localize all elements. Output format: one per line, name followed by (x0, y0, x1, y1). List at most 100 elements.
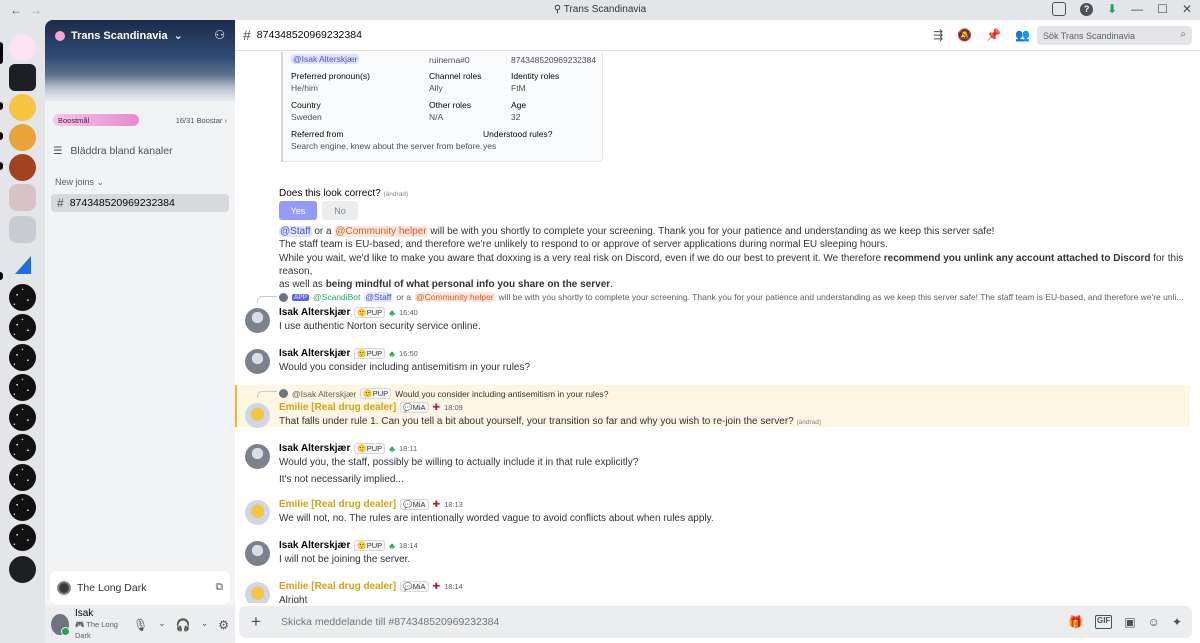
avatar[interactable] (51, 614, 70, 636)
server-folder-icon[interactable] (9, 216, 36, 243)
back-arrow-icon[interactable]: ← (10, 3, 22, 17)
field-label: Other roles (429, 100, 472, 110)
server-tag[interactable]: 🙂PUP (354, 540, 386, 551)
server-icon-space[interactable] (9, 524, 36, 551)
server-icon-space[interactable] (9, 374, 36, 401)
boost-goal[interactable]: Boostmål 16/31 Boostar › (53, 113, 227, 127)
server-icon-duck[interactable] (9, 94, 36, 121)
server-icon-creature[interactable] (9, 124, 36, 151)
message-text: I use authentic Norton security service … (279, 321, 481, 332)
avatar[interactable] (245, 541, 270, 566)
user-mention[interactable]: @Isak Alterskjær (291, 54, 360, 64)
channel-sidebar: Trans Scandinavia ⌄ ⚇ Boostmål 16/31 Boo… (45, 20, 235, 643)
server-icon-dark[interactable] (9, 556, 36, 583)
server-tag[interactable]: 💬MiA (400, 499, 429, 510)
apps-icon[interactable]: ✦ (1172, 615, 1182, 629)
avatar[interactable] (245, 349, 270, 374)
microphone-icon[interactable]: 🎙 (133, 618, 148, 632)
members-icon[interactable]: 👥 (1015, 28, 1030, 42)
server-icon-fire[interactable] (9, 154, 36, 181)
chevron-down-icon[interactable]: ⌄ (158, 618, 166, 632)
reply-preview[interactable]: APP @ScandiBot @Staff or a @Community he… (279, 292, 1183, 302)
download-icon[interactable]: ⬇ (1107, 2, 1117, 16)
server-tag[interactable]: 🙂PUP (354, 443, 386, 454)
avatar (279, 292, 288, 302)
field-label: Referred from (291, 129, 344, 139)
category-new-joins[interactable]: New joins ⌄ (45, 177, 235, 188)
author-name[interactable]: Isak Alterskjær (279, 540, 350, 551)
reply-connector (257, 296, 277, 303)
server-icon-space[interactable] (9, 314, 36, 341)
server-folder-icon[interactable] (9, 184, 36, 211)
avatar[interactable] (245, 403, 270, 428)
unread-pill (0, 132, 3, 140)
server-icon-space[interactable] (9, 494, 36, 521)
server-tag[interactable]: 🙂PUP (354, 307, 386, 318)
server-name-button[interactable]: Trans Scandinavia ⌄ (55, 29, 183, 42)
avatar[interactable] (245, 308, 270, 333)
threads-icon[interactable]: ⇶ (933, 28, 943, 42)
person-add-icon[interactable]: ⚇ (214, 28, 225, 42)
notifications-muted-icon[interactable]: 🔕 (957, 28, 972, 42)
message-text: That falls under rule 1. Can you tell a … (279, 416, 822, 427)
author-name[interactable]: Isak Alterskjær (279, 307, 350, 318)
pin-icon[interactable]: 📌 (986, 28, 1001, 42)
timestamp: 18:09 (444, 403, 463, 412)
field-value: yes (483, 141, 497, 151)
server-icon-space[interactable] (9, 434, 36, 461)
chevron-down-icon: ⌄ (173, 30, 183, 42)
server-icon-sail[interactable] (9, 252, 36, 279)
author-name[interactable]: Isak Alterskjær (279, 348, 350, 359)
gif-icon[interactable]: GIF (1094, 615, 1113, 629)
message: Isak Alterskjær 🙂PUP ♣ 18:11 Would you, … (235, 442, 1200, 487)
server-tag[interactable]: 🙂PUP (354, 348, 386, 359)
server-tag[interactable]: 💬MiA (400, 402, 429, 413)
reply-preview[interactable]: @Isak Alterskjær 🙂PUP Would you consider… (279, 388, 609, 399)
server-tag[interactable]: 💬MiA (400, 581, 429, 592)
screening-form-embed: @Isak Alterskjær ruinerna#0 874348520969… (281, 52, 603, 162)
inbox-icon[interactable] (1052, 2, 1067, 16)
gift-icon[interactable]: 🎁 (1068, 615, 1083, 629)
yes-button[interactable]: Yes (279, 201, 317, 220)
chevron-down-icon[interactable]: ⌄ (201, 618, 209, 632)
sticker-icon[interactable]: ▣ (1124, 615, 1135, 629)
role-icon: ♣ (389, 443, 396, 454)
avatar[interactable] (245, 444, 270, 469)
server-icon-dark[interactable] (9, 64, 36, 91)
field-value: N/A (429, 112, 444, 122)
field-value: He/him (291, 83, 318, 93)
server-icon-trans[interactable] (9, 34, 36, 61)
headphones-icon[interactable]: 🎧 (176, 618, 191, 632)
message-input[interactable] (281, 616, 1069, 628)
author-name[interactable]: Emilie [Real drug dealer] (279, 499, 396, 510)
server-icon-space[interactable] (9, 404, 36, 431)
maximize-button[interactable]: ☐ (1157, 2, 1168, 16)
minimize-button[interactable]: — (1131, 2, 1143, 16)
avatar[interactable] (245, 582, 270, 603)
timestamp: 18:11 (399, 444, 418, 453)
message: Isak Alterskjær 🙂PUP ♣ 16:50 Would you c… (235, 347, 1200, 379)
forward-arrow-icon[interactable]: → (30, 3, 42, 17)
message-text: Alright (279, 595, 308, 603)
server-icon-space[interactable] (9, 284, 36, 311)
channel-item-active[interactable]: # 874348520969232384 (51, 194, 229, 212)
plus-icon[interactable]: + (251, 612, 271, 632)
activity-bar[interactable]: The Long Dark ⧉ (50, 571, 230, 604)
screen-share-icon[interactable]: ⧉ (216, 581, 224, 594)
server-icon-space[interactable] (9, 464, 36, 491)
avatar[interactable] (245, 500, 270, 525)
author-name[interactable]: Isak Alterskjær (279, 443, 350, 454)
emoji-icon[interactable]: ☺ (1148, 615, 1160, 629)
author-name[interactable]: Emilie [Real drug dealer] (279, 581, 396, 592)
no-button[interactable]: No (322, 201, 358, 220)
helper-mention[interactable]: @Community helper (334, 226, 428, 237)
close-button[interactable]: ✕ (1182, 2, 1192, 16)
search-input[interactable]: Sök Trans Scandinavia ⌕ (1037, 26, 1192, 45)
field-value: Ally (429, 83, 443, 93)
server-icon-space[interactable] (9, 344, 36, 371)
browse-channels-button[interactable]: ☰ Bläddra bland kanaler (45, 145, 235, 157)
help-icon[interactable]: ? (1080, 2, 1094, 16)
staff-mention[interactable]: @Staff (279, 226, 312, 237)
gear-icon[interactable]: ⚙ (218, 618, 229, 632)
author-name[interactable]: Emilie [Real drug dealer] (279, 402, 396, 413)
